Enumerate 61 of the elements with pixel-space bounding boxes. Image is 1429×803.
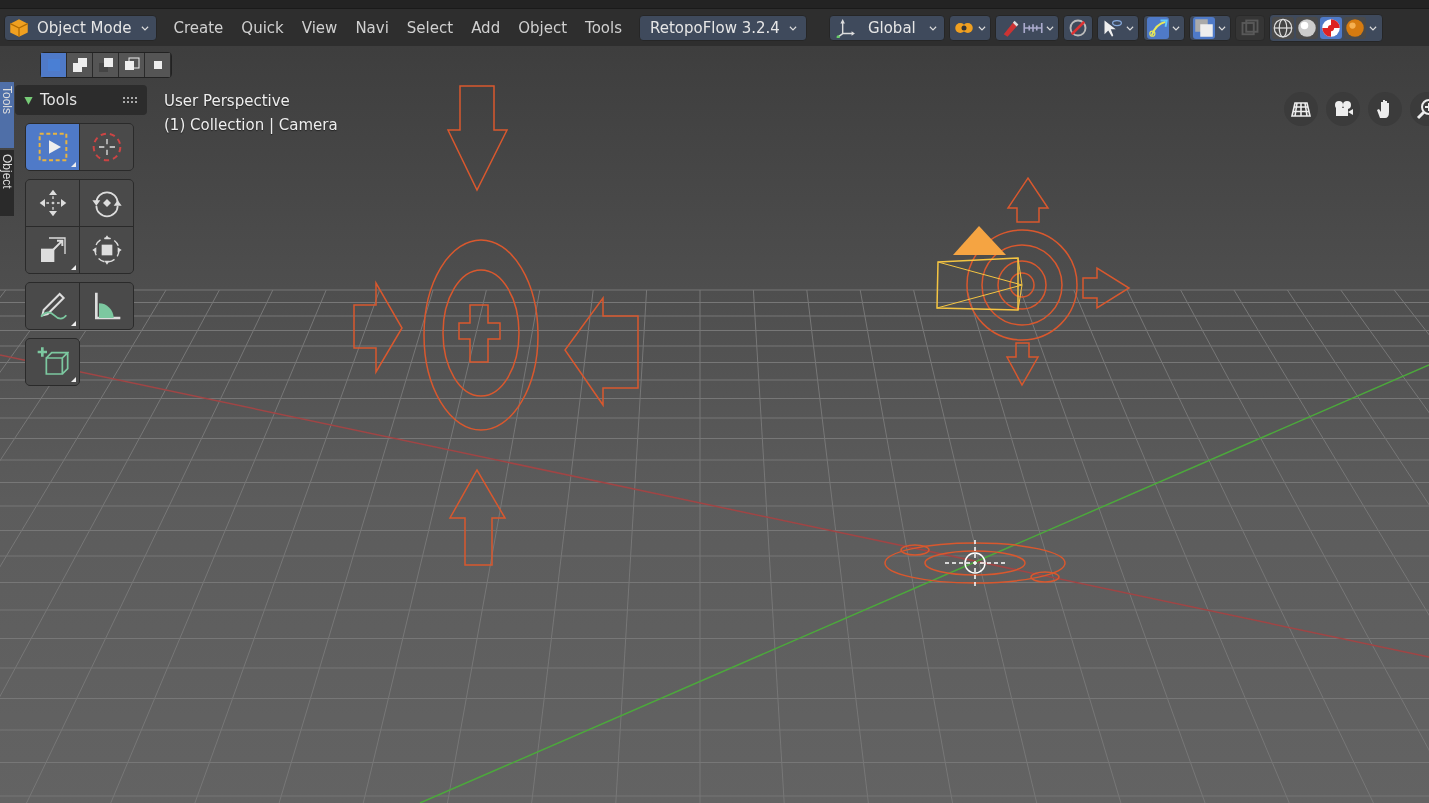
selection-mode-button[interactable] (67, 53, 93, 77)
shading-button[interactable] (1271, 16, 1294, 39)
tool-button[interactable] (26, 124, 79, 170)
squares-icon (98, 57, 114, 73)
side-tab[interactable]: Tools (0, 82, 14, 148)
shading-button[interactable] (1343, 16, 1366, 39)
expand-triangle-icon (23, 94, 34, 106)
shaded-sphere-icon (1344, 17, 1365, 38)
squares-icon (124, 57, 140, 73)
orientation-dropdown[interactable]: Global (828, 14, 945, 41)
view-name: User Perspective (164, 92, 291, 110)
proportional-toggle[interactable] (1062, 14, 1093, 41)
selection-mode-button[interactable] (119, 53, 145, 77)
cube-icon (9, 17, 29, 38)
menu-item[interactable]: Quick (234, 18, 291, 37)
shading-button[interactable] (1295, 16, 1318, 39)
menu-item[interactable]: Create (166, 18, 231, 37)
addon-dropdown[interactable]: RetopoFlow 3.2.4 (639, 14, 807, 41)
transform-icon (90, 234, 123, 266)
tool-button[interactable] (80, 227, 133, 273)
squares-icon (72, 57, 88, 73)
pivot-toggle[interactable] (948, 14, 991, 41)
tool-button[interactable] (80, 180, 133, 226)
tool-button[interactable] (26, 227, 79, 273)
snap-toggle[interactable] (994, 14, 1059, 41)
tool-button[interactable] (26, 339, 79, 385)
curved-arrow-icon (1147, 17, 1168, 38)
sphere-icon (1296, 17, 1317, 38)
crosshair-icon (90, 131, 123, 163)
menu-item[interactable]: Select (399, 18, 461, 37)
selection-mode-button[interactable] (93, 53, 119, 77)
tool-button[interactable] (26, 180, 79, 226)
overlay-toggle[interactable] (1188, 14, 1231, 41)
mode-dropdown[interactable]: Object Mode (4, 14, 157, 41)
menu-item[interactable]: Tools (578, 18, 629, 37)
squares-icon (1239, 17, 1260, 38)
corner-triangle-icon (71, 377, 76, 382)
axes-icon (835, 17, 856, 38)
shading-button[interactable] (1319, 16, 1342, 39)
selection-mode-button[interactable] (145, 53, 171, 77)
side-tab[interactable]: Object (0, 150, 14, 216)
cube-plus-icon (36, 346, 69, 378)
selectability-toggle[interactable] (1096, 14, 1139, 41)
menu-item[interactable]: Navi (348, 18, 396, 37)
xray-toggle[interactable] (1234, 14, 1265, 41)
overlapping-squares-icon (1193, 17, 1214, 38)
tool-button[interactable] (80, 283, 133, 329)
menu-item[interactable]: View (294, 18, 345, 37)
tool-button[interactable] (26, 283, 79, 329)
menu-item[interactable]: Add (464, 18, 508, 37)
crossed-circle-icon (1067, 17, 1088, 38)
panel-title: Tools (40, 91, 78, 109)
toggle-perspective-button[interactable] (1284, 92, 1318, 126)
checkered-sphere-icon (1320, 17, 1341, 38)
menu-item[interactable]: Object (511, 18, 575, 37)
pan-view-button[interactable] (1368, 92, 1402, 126)
wire-sphere-icon (1272, 17, 1293, 38)
select-box-icon (36, 131, 69, 163)
object-info: (1) Collection | Camera (164, 116, 338, 134)
camera-view-button[interactable] (1326, 92, 1360, 126)
gizmo-toggle[interactable] (1142, 14, 1185, 41)
